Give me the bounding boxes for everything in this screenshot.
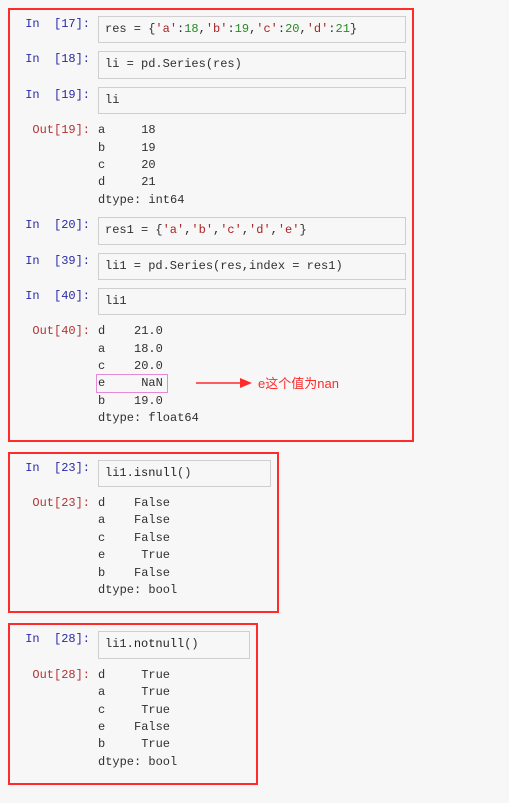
prompt-in-17: In [17]:	[20, 16, 98, 33]
highlight-frame-1: In [17]: res = {'a':18,'b':19,'c':20,'d'…	[8, 8, 414, 442]
output-cell-19: Out[19]: a 18 b 19 c 20 d 21 dtype: int6…	[16, 120, 406, 211]
highlight-frame-2: In [23]: li1.isnull() Out[23]: d False a…	[8, 452, 279, 614]
input-cell-40: In [40]: li1	[16, 286, 406, 317]
code-input-19[interactable]: li	[98, 87, 406, 114]
input-cell-17: In [17]: res = {'a':18,'b':19,'c':20,'d'…	[16, 14, 406, 45]
prompt-in-19: In [19]:	[20, 87, 98, 104]
annotation-text: e这个值为nan	[258, 373, 339, 392]
input-cell-28: In [28]: li1.notnull()	[16, 629, 250, 660]
prompt-in-39: In [39]:	[20, 253, 98, 270]
prompt-out-28: Out[28]:	[20, 667, 98, 684]
input-cell-19: In [19]: li	[16, 85, 406, 116]
output-text-23: d False a False c False e True b False d…	[98, 495, 271, 599]
output-cell-28: Out[28]: d True a True c True e False b …	[16, 665, 250, 773]
code-input-20[interactable]: res1 = {'a','b','c','d','e'}	[98, 217, 406, 244]
code-input-40[interactable]: li1	[98, 288, 406, 315]
code-input-39[interactable]: li1 = pd.Series(res,index = res1)	[98, 253, 406, 280]
prompt-out-23: Out[23]:	[20, 495, 98, 512]
output-cell-40: Out[40]: d 21.0 a 18.0 c 20.0 e NaN b 19…	[16, 321, 406, 429]
prompt-in-23: In [23]:	[20, 460, 98, 477]
input-cell-18: In [18]: li = pd.Series(res)	[16, 49, 406, 80]
output-text-19: a 18 b 19 c 20 d 21 dtype: int64	[98, 122, 406, 209]
output-text-28: d True a True c True e False b True dtyp…	[98, 667, 250, 771]
code-input-17[interactable]: res = {'a':18,'b':19,'c':20,'d':21}	[98, 16, 406, 43]
prompt-in-40: In [40]:	[20, 288, 98, 305]
input-cell-23: In [23]: li1.isnull()	[16, 458, 271, 489]
input-cell-39: In [39]: li1 = pd.Series(res,index = res…	[16, 251, 406, 282]
code-input-18[interactable]: li = pd.Series(res)	[98, 51, 406, 78]
annotation-arrow: e这个值为nan	[196, 373, 339, 392]
prompt-out-40: Out[40]:	[20, 323, 98, 340]
code-input-23[interactable]: li1.isnull()	[98, 460, 271, 487]
output-cell-23: Out[23]: d False a False c False e True …	[16, 493, 271, 601]
code-input-28[interactable]: li1.notnull()	[98, 631, 250, 658]
prompt-in-28: In [28]:	[20, 631, 98, 648]
highlight-frame-3: In [28]: li1.notnull() Out[28]: d True a…	[8, 623, 258, 785]
input-cell-20: In [20]: res1 = {'a','b','c','d','e'}	[16, 215, 406, 246]
prompt-out-19: Out[19]:	[20, 122, 98, 139]
prompt-in-18: In [18]:	[20, 51, 98, 68]
prompt-in-20: In [20]:	[20, 217, 98, 234]
arrow-icon	[196, 376, 252, 390]
